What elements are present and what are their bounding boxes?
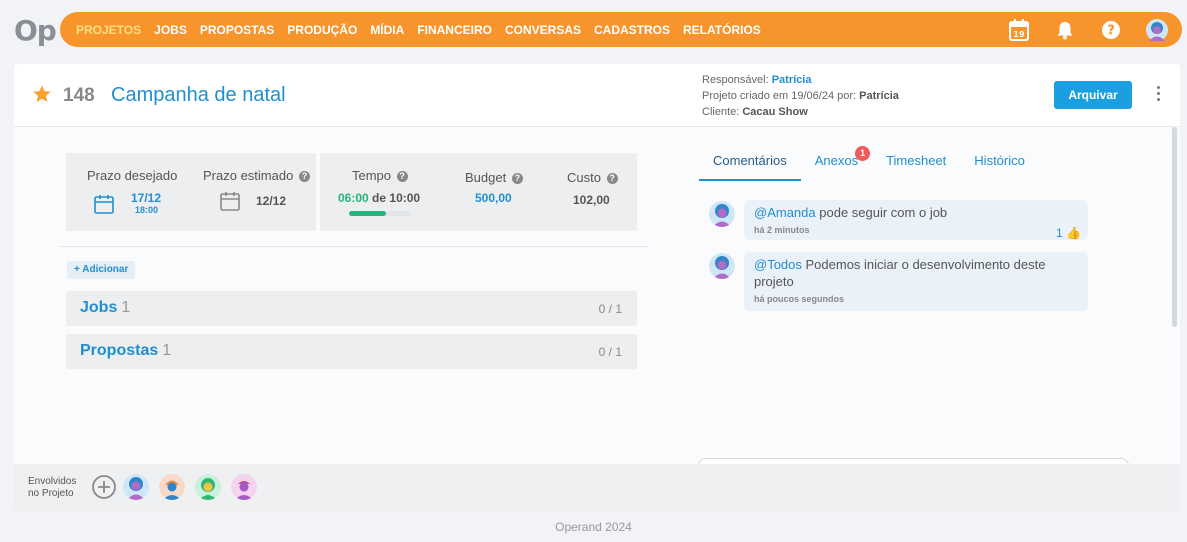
comment-time: há poucos segundos [754, 294, 845, 304]
proposals-section[interactable]: Propostas 1 0 / 1 [66, 334, 637, 369]
divider [59, 246, 647, 247]
client-label: Cliente: [702, 106, 740, 118]
calendar-icon [220, 191, 240, 211]
budget-box: Tempo ? 06:00 de 10:00 Budget ? 500,00 C… [320, 153, 637, 231]
created-by: Patrícia [859, 90, 899, 102]
project-meta: Responsável: Patrícia Projeto criado em … [702, 72, 899, 120]
help-icon[interactable]: ? [511, 173, 523, 184]
time-value: 06:00 de 10:00 [338, 191, 420, 205]
nav-item-projetos[interactable]: PROJETOS [76, 23, 141, 37]
comment-mention[interactable]: @Amanda [754, 205, 816, 220]
avatar [709, 201, 735, 227]
time-of: de [372, 191, 387, 205]
comment-bubble: @Amanda pode seguir com o job há 2 minut… [744, 200, 1088, 240]
comment-bubble: @Todos Podemos iniciar o desenvolvimento… [744, 252, 1088, 311]
operand-logo[interactable]: Op [14, 14, 57, 47]
estimated-date: 12/12 [256, 194, 287, 208]
tab-comments[interactable]: Comentários [699, 146, 801, 181]
responsible-link[interactable]: Patrícia [772, 74, 812, 86]
time-spent: 06:00 [338, 191, 369, 205]
bell-icon[interactable] [1054, 19, 1076, 41]
comment-mention[interactable]: @Todos [754, 257, 802, 272]
jobs-count: 1 [121, 299, 131, 316]
comment-tabs: Comentários Anexos 1 Timesheet Histórico [699, 146, 1039, 181]
jobs-title: Jobs 1 [80, 299, 131, 316]
member-avatar[interactable] [195, 474, 221, 500]
responsible-label: Responsável: [702, 74, 769, 86]
cost-label: Custo ? [567, 170, 618, 185]
proposals-ratio: 0 / 1 [598, 345, 622, 359]
calendar-icon[interactable]: 19 [1008, 18, 1030, 41]
proposals-count: 1 [162, 342, 172, 359]
created-label: Projeto criado em 19/06/24 por: [702, 90, 857, 102]
estimated-deadline-label: Prazo estimado ? [203, 168, 310, 183]
top-navigation-bar: PROJETOS JOBS PROPOSTAS PRODUÇÃO MÍDIA F… [60, 12, 1182, 47]
project-card: 148 Campanha de natal Responsável: Patrí… [14, 64, 1180, 512]
nav-item-producao[interactable]: PRODUÇÃO [287, 23, 357, 37]
budget-value[interactable]: 500,00 [475, 191, 512, 205]
add-person-icon[interactable] [92, 475, 116, 499]
user-avatar[interactable] [1146, 18, 1168, 41]
nav-item-relatorios[interactable]: RELATÓRIOS [683, 23, 761, 37]
tab-attachments[interactable]: Anexos 1 [801, 146, 872, 181]
member-avatar[interactable] [159, 474, 185, 500]
nav-item-propostas[interactable]: PROPOSTAS [200, 23, 274, 37]
nav-item-jobs[interactable]: JOBS [154, 23, 187, 37]
help-icon[interactable]: ? [396, 171, 408, 182]
member-avatar[interactable] [123, 474, 149, 500]
tab-history[interactable]: Histórico [960, 146, 1039, 181]
project-header: 148 Campanha de natal Responsável: Patrí… [14, 64, 1180, 127]
scrollbar[interactable] [1172, 127, 1177, 327]
desired-deadline-label: Prazo desejado [87, 168, 178, 183]
comment-time: há 2 minutos [754, 225, 810, 235]
project-number: 148 [63, 85, 95, 106]
help-icon[interactable]: ? [1100, 19, 1122, 41]
tab-timesheet[interactable]: Timesheet [872, 146, 960, 181]
help-icon[interactable]: ? [298, 171, 310, 182]
avatar [709, 253, 735, 279]
nav-item-midia[interactable]: MÍDIA [370, 23, 404, 37]
project-title[interactable]: Campanha de natal [111, 84, 286, 107]
time-progress-fill [349, 211, 387, 216]
desired-time: 18:00 [135, 205, 159, 215]
deadline-box: Prazo desejado 17/12 18:00 Prazo estimad… [66, 153, 316, 231]
help-icon[interactable]: ? [606, 173, 618, 184]
involved-bar: Envolvidos no Projeto [14, 464, 1180, 512]
add-button[interactable]: + Adicionar [67, 261, 136, 279]
calendar-icon[interactable] [94, 194, 114, 214]
copyright: Operand 2024 [555, 520, 632, 534]
client-name: Cacau Show [742, 106, 808, 118]
time-progress-bar [349, 211, 411, 216]
comment-text: pode seguir com o job [819, 205, 948, 220]
time-label: Tempo ? [352, 168, 408, 183]
budget-label: Budget ? [465, 170, 523, 185]
archive-button[interactable]: Arquivar [1054, 81, 1132, 109]
like-counter[interactable]: 1 👍 [1056, 226, 1081, 240]
cost-value: 102,00 [573, 193, 610, 207]
nav-item-cadastros[interactable]: CADASTROS [594, 23, 670, 37]
attachments-badge: 1 [855, 146, 871, 161]
jobs-section[interactable]: Jobs 1 0 / 1 [66, 291, 637, 326]
jobs-ratio: 0 / 1 [598, 302, 622, 316]
calendar-day-text: 19 [1013, 30, 1025, 39]
proposals-title: Propostas 1 [80, 342, 172, 359]
time-total: 10:00 [389, 191, 421, 205]
involved-label: Envolvidos no Projeto [28, 476, 77, 499]
desired-date[interactable]: 17/12 [131, 191, 161, 205]
nav-item-conversas[interactable]: CONVERSAS [505, 23, 581, 37]
thumbs-up-icon[interactable]: 👍 [1066, 226, 1081, 240]
member-avatar[interactable] [231, 474, 257, 500]
more-options-icon[interactable] [1154, 86, 1162, 104]
svg-text:?: ? [1107, 23, 1115, 38]
star-icon[interactable] [32, 84, 52, 109]
nav-item-financeiro[interactable]: FINANCEIRO [417, 23, 492, 37]
